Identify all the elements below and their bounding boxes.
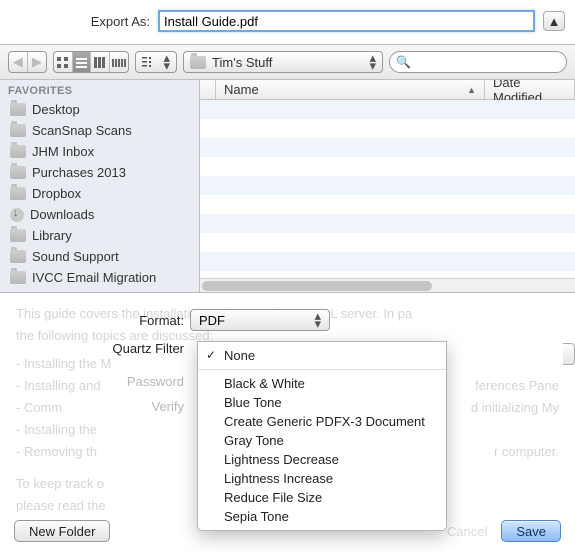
folder-icon <box>10 124 26 137</box>
format-select[interactable]: PDF ▴▾ <box>190 309 330 331</box>
arrange-icon <box>142 56 153 68</box>
table-row[interactable] <box>200 252 575 271</box>
triangle-left-icon: ◀ <box>13 54 23 70</box>
security-options-button-edge[interactable] <box>563 343 575 365</box>
sidebar-item-label: Purchases 2013 <box>32 165 126 180</box>
table-row[interactable] <box>200 157 575 176</box>
column-headers: Name ▲ Date Modified <box>200 80 575 100</box>
sidebar-item-dropbox[interactable]: Dropbox <box>0 183 199 204</box>
sidebar-item-ivcc[interactable]: IVCC Email Migration <box>0 267 199 288</box>
horizontal-scrollbar[interactable] <box>200 278 575 292</box>
sidebar-item-jhm-inbox[interactable]: JHM Inbox <box>0 141 199 162</box>
format-label: Format: <box>0 313 190 328</box>
search-field[interactable]: 🔍 <box>389 51 567 73</box>
arrows-icon: ▴▾ <box>164 54 171 70</box>
sidebar-item-label: Dropbox <box>32 186 81 201</box>
sidebar-item-desktop[interactable]: Desktop <box>0 99 199 120</box>
sidebar-item-downloads[interactable]: Downloads <box>0 204 199 225</box>
table-row[interactable] <box>200 214 575 233</box>
folder-icon <box>10 229 26 242</box>
save-button[interactable]: Save <box>501 520 561 542</box>
search-input[interactable] <box>415 55 560 70</box>
menu-item-gray-tone[interactable]: Gray Tone <box>198 431 446 450</box>
arrows-icon: ▴▾ <box>314 312 321 328</box>
arrows-icon: ▴▾ <box>370 54 377 70</box>
menu-item-blue-tone[interactable]: Blue Tone <box>198 393 446 412</box>
icon-view-button[interactable] <box>54 52 73 72</box>
new-folder-button[interactable]: New Folder <box>14 520 110 542</box>
filename-input[interactable] <box>158 10 535 32</box>
folder-icon <box>10 145 26 158</box>
table-row[interactable] <box>200 195 575 214</box>
coverflow-view-button[interactable] <box>110 52 128 72</box>
menu-item-reduce-file-size[interactable]: Reduce File Size <box>198 488 446 507</box>
file-list: Name ▲ Date Modified <box>200 80 575 292</box>
table-row[interactable] <box>200 138 575 157</box>
verify-label: Verify <box>0 399 190 414</box>
location-popup[interactable]: Tim's Stuff ▴▾ <box>183 51 383 73</box>
sidebar-item-label: IVCC Email Migration <box>32 270 156 285</box>
cancel-button-ghost: Cancel <box>447 524 487 539</box>
folder-icon <box>10 166 26 179</box>
sidebar-item-scansnap[interactable]: ScanSnap Scans <box>0 120 199 141</box>
location-label: Tim's Stuff <box>212 55 272 70</box>
menu-divider <box>198 369 446 370</box>
column-name-label: Name <box>224 82 259 97</box>
sidebar-item-label: Sound Support <box>32 249 119 264</box>
sidebar-item-label: JHM Inbox <box>32 144 94 159</box>
menu-item-lightness-increase[interactable]: Lightness Increase <box>198 469 446 488</box>
grid-icon <box>56 56 69 69</box>
quartz-filter-label: Quartz Filter <box>0 341 190 356</box>
column-name[interactable]: Name ▲ <box>216 80 485 99</box>
sidebar-item-library[interactable]: Library <box>0 225 199 246</box>
table-row[interactable] <box>200 100 575 119</box>
triangle-up-icon: ▲ <box>548 14 561 29</box>
format-value: PDF <box>199 313 225 328</box>
coverflow-icon <box>111 56 126 69</box>
disclosure-button[interactable]: ▲ <box>543 11 565 31</box>
favorites-header: FAVORITES <box>0 80 199 99</box>
nav-back-forward: ◀ ▶ <box>8 51 47 73</box>
quartz-filter-menu: None Black & White Blue Tone Create Gene… <box>197 341 447 531</box>
list-icon <box>75 56 88 69</box>
sort-ascending-icon: ▲ <box>467 85 476 95</box>
password-label: Password <box>0 374 190 389</box>
scrollbar-thumb[interactable] <box>202 281 432 291</box>
sidebar-item-label: ScanSnap Scans <box>32 123 132 138</box>
menu-item-lightness-decrease[interactable]: Lightness Decrease <box>198 450 446 469</box>
folder-icon <box>10 250 26 263</box>
menu-item-pdfx3[interactable]: Create Generic PDFX-3 Document <box>198 412 446 431</box>
table-row[interactable] <box>200 119 575 138</box>
folder-icon <box>10 271 26 284</box>
sidebar-item-purchases[interactable]: Purchases 2013 <box>0 162 199 183</box>
sidebar: FAVORITES Desktop ScanSnap Scans JHM Inb… <box>0 80 200 292</box>
file-rows[interactable] <box>200 100 575 278</box>
column-date[interactable]: Date Modified <box>485 80 575 99</box>
toolbar: ◀ ▶ ▴▾ Tim's Stuff ▴▾ 🔍 <box>0 45 575 80</box>
folder-icon <box>10 103 26 116</box>
menu-item-sepia-tone[interactable]: Sepia Tone <box>198 507 446 526</box>
table-row[interactable] <box>200 233 575 252</box>
forward-button[interactable]: ▶ <box>28 52 46 72</box>
menu-item-none[interactable]: None <box>198 346 446 365</box>
table-row[interactable] <box>200 176 575 195</box>
folder-icon <box>10 187 26 200</box>
list-view-button[interactable] <box>73 52 92 72</box>
menu-item-black-white[interactable]: Black & White <box>198 374 446 393</box>
column-view-button[interactable] <box>91 52 110 72</box>
export-as-label: Export As: <box>10 14 150 29</box>
arrange-popup[interactable]: ▴▾ <box>135 51 177 73</box>
sidebar-item-label: Desktop <box>32 102 80 117</box>
triangle-right-icon: ▶ <box>32 54 42 70</box>
downloads-icon <box>10 208 24 222</box>
columns-icon <box>93 56 106 69</box>
sidebar-item-label: Library <box>32 228 72 243</box>
view-mode-segment <box>53 51 129 73</box>
back-button[interactable]: ◀ <box>9 52 28 72</box>
folder-icon <box>190 56 206 69</box>
sidebar-item-label: Downloads <box>30 207 94 222</box>
sidebar-item-sound-support[interactable]: Sound Support <box>0 246 199 267</box>
search-icon: 🔍 <box>396 55 411 69</box>
